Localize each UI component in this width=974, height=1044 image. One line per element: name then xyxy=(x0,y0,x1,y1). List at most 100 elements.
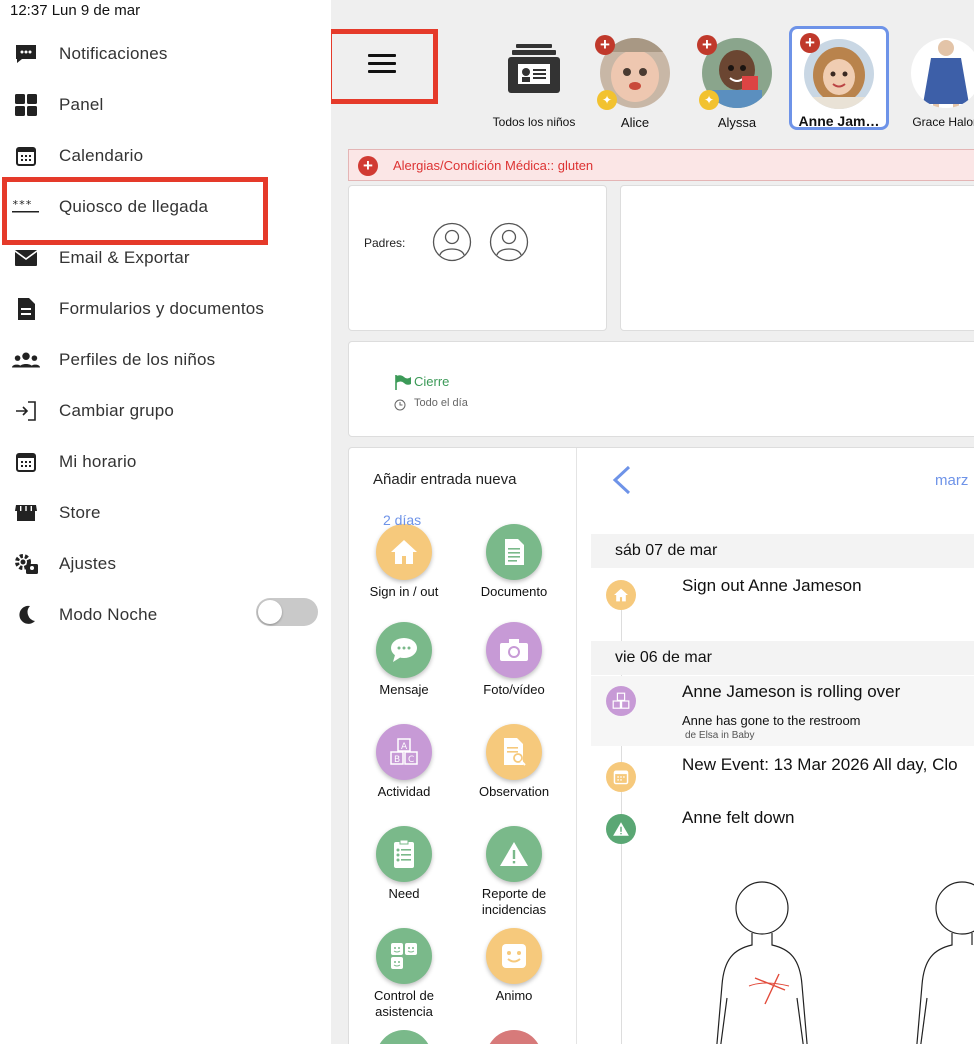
allergy-banner: + Alergias/Condición Médica:: gluten xyxy=(348,149,974,181)
medical-badge-icon: + xyxy=(595,35,615,55)
medical-badge-icon: + xyxy=(697,35,717,55)
sidebar-item-panel[interactable]: Panel xyxy=(0,85,331,125)
parents-label: Padres: xyxy=(364,236,406,250)
night-mode-toggle[interactable] xyxy=(256,598,318,626)
entry-sign-in-out[interactable]: Sign in / out xyxy=(349,524,459,614)
day-header: sáb 07 de mar xyxy=(591,534,974,568)
child-name: Alyssa xyxy=(717,115,757,130)
add-entry-title: Añadir entrada nueva xyxy=(373,471,517,488)
entry-control-asistencia[interactable]: Control de asistencia xyxy=(349,928,459,1019)
entry-label: Actividad xyxy=(377,784,431,799)
parent-avatar-icon[interactable] xyxy=(432,222,472,262)
avatar xyxy=(911,38,974,108)
sidebar-item-label: Store xyxy=(59,503,101,522)
timeline-event-detail: Anne has gone to the restroom xyxy=(682,713,861,728)
warning-icon xyxy=(606,814,636,844)
child-alyssa[interactable]: + ✦ Alyssa xyxy=(687,30,787,134)
timeline-event[interactable]: Anne felt down xyxy=(682,808,794,828)
checklist-icon xyxy=(376,826,432,882)
entry-partial-green[interactable] xyxy=(376,1030,432,1044)
entry-actividad[interactable]: ABC Actividad xyxy=(349,724,459,814)
document-icon xyxy=(12,295,40,323)
status-bar-time: 12:37 Lun 9 de mar xyxy=(10,2,141,19)
parent-avatar-icon[interactable] xyxy=(489,222,529,262)
camera-icon xyxy=(486,622,542,678)
chevron-left-icon[interactable] xyxy=(609,464,633,496)
calendar-icon xyxy=(606,762,636,792)
settings-icon xyxy=(12,550,40,578)
entries-panel: Añadir entrada nueva Sign in / out 2 día… xyxy=(348,447,974,1044)
chat-icon xyxy=(12,40,40,68)
clock-icon xyxy=(394,398,406,416)
sidebar-item-store[interactable]: Store xyxy=(0,493,331,533)
month-label: marz xyxy=(935,472,969,489)
sidebar-item-label: Ajustes xyxy=(59,554,117,573)
child-grace[interactable]: Grace Halon xyxy=(896,30,974,134)
entry-need[interactable]: Need xyxy=(349,826,459,916)
child-name: Anne Jam… xyxy=(798,113,880,129)
child-name: Alice xyxy=(620,115,650,130)
entry-mensaje[interactable]: Mensaje xyxy=(349,622,459,712)
sidebar-item-label: Perfiles de los niños xyxy=(59,350,216,369)
sidebar-item-cambiar-grupo[interactable]: Cambiar grupo xyxy=(0,391,331,431)
svg-text:A: A xyxy=(401,742,408,752)
child-all[interactable]: Todos los niños xyxy=(484,30,584,134)
sidebar-item-label: Formularios y documentos xyxy=(59,299,265,318)
flag-icon xyxy=(394,374,412,395)
entry-partial-red[interactable] xyxy=(486,1030,542,1044)
timeline-event-author: de Elsa in Baby xyxy=(685,730,755,741)
entry-label: Mensaje xyxy=(379,682,429,697)
sidebar-item-calendario[interactable]: Calendario xyxy=(0,136,331,176)
sidebar-item-perfiles[interactable]: Perfiles de los niños xyxy=(0,340,331,380)
child-name: Grace Halon xyxy=(912,115,974,129)
entry-label: Observation xyxy=(478,784,550,799)
entry-reporte-incidencias[interactable]: Reporte de incidencias xyxy=(459,826,569,917)
menu-button[interactable] xyxy=(331,29,438,104)
closing-subtitle: Todo el día xyxy=(414,397,468,409)
entry-foto-video[interactable]: Foto/vídeo xyxy=(459,622,569,712)
entry-documento[interactable]: Documento xyxy=(459,524,569,614)
add-entry-column: Añadir entrada nueva Sign in / out 2 día… xyxy=(349,448,577,1044)
sidebar-item-label: Panel xyxy=(59,95,104,114)
timeline-event[interactable]: New Event: 13 Mar 2026 All day, Clo xyxy=(682,755,958,775)
sidebar-item-notificaciones[interactable]: Notificaciones xyxy=(0,34,331,74)
info-card xyxy=(620,185,974,331)
grid-icon xyxy=(12,91,40,119)
child-anne-selected[interactable]: + Anne Jam… xyxy=(789,26,889,130)
timeline-event[interactable]: Anne Jameson is rolling over xyxy=(682,682,900,702)
entry-label: Animo xyxy=(495,988,533,1003)
blocks-icon: ABC xyxy=(376,724,432,780)
smile-icon xyxy=(486,928,542,984)
entry-label: Reporte de incidencias xyxy=(481,886,547,917)
people-icon xyxy=(12,346,40,374)
medical-plus-icon: + xyxy=(358,156,378,176)
sidebar-item-label: Email & Exportar xyxy=(59,248,190,267)
kiosk-highlight-box xyxy=(2,177,268,245)
star-badge-icon: ✦ xyxy=(597,90,617,110)
child-alice[interactable]: + ✦ Alice xyxy=(585,30,685,134)
mail-icon xyxy=(12,244,40,272)
closing-card[interactable]: Cierre Todo el día xyxy=(348,341,974,437)
sidebar: 12:37 Lun 9 de mar Notificaciones Panel … xyxy=(0,0,331,1044)
main-content: Todos los niños + ✦ Alice + ✦ Alyssa + A… xyxy=(331,0,974,1044)
entry-observation[interactable]: Observation xyxy=(459,724,569,814)
home-icon xyxy=(606,580,636,610)
sidebar-item-label: Mi horario xyxy=(59,452,137,471)
faces-icon xyxy=(376,928,432,984)
allergy-text: Alergias/Condición Médica:: gluten xyxy=(393,157,594,173)
star-badge-icon: ✦ xyxy=(699,90,719,110)
entry-label: Sign in / out xyxy=(369,584,439,599)
timeline-event[interactable]: Sign out Anne Jameson xyxy=(682,576,862,596)
blocks-icon xyxy=(606,686,636,716)
message-icon xyxy=(376,622,432,678)
sidebar-item-ajustes[interactable]: Ajustes xyxy=(0,544,331,584)
parents-card: Padres: xyxy=(348,185,607,331)
sidebar-item-formularios[interactable]: Formularios y documentos xyxy=(0,289,331,329)
schedule-icon xyxy=(12,448,40,476)
medical-badge-icon: + xyxy=(800,33,820,53)
sidebar-item-label: Calendario xyxy=(59,146,144,165)
sidebar-item-mi-horario[interactable]: Mi horario xyxy=(0,442,331,482)
entry-animo[interactable]: Animo xyxy=(459,928,569,1018)
entry-label: Foto/vídeo xyxy=(483,682,545,697)
svg-text:C: C xyxy=(408,755,414,765)
